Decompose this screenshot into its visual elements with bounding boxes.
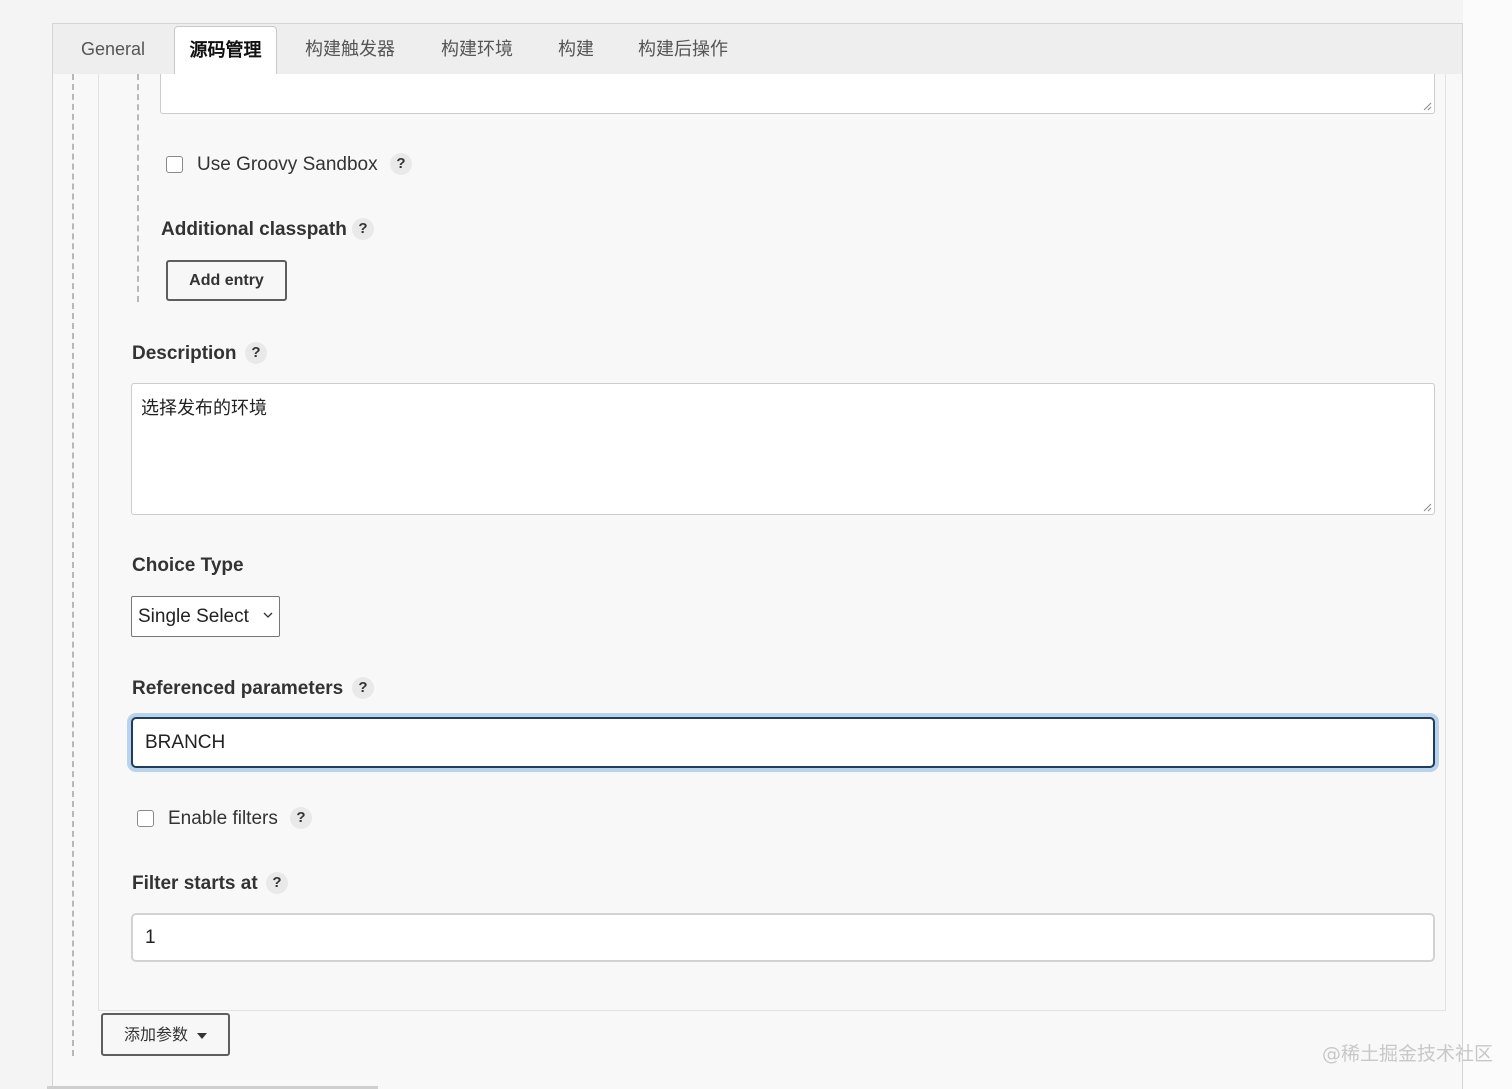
- chevron-down-icon: [263, 612, 273, 618]
- script-textarea[interactable]: [160, 74, 1435, 114]
- description-label: Description: [132, 343, 237, 364]
- tab-post-build-actions[interactable]: 构建后操作: [638, 24, 728, 74]
- parameter-block: [98, 74, 1446, 1011]
- description-help-icon[interactable]: ?: [245, 342, 267, 364]
- watermark: @稀土掘金技术社区: [1322, 1043, 1494, 1065]
- section-dashed-border: [72, 74, 74, 1056]
- description-value: 选择发布的环境: [141, 398, 267, 419]
- referenced-parameters-input[interactable]: BRANCH: [131, 717, 1435, 768]
- classpath-label: Additional classpath: [161, 219, 347, 240]
- filter-starts-at-input[interactable]: 1: [131, 913, 1435, 962]
- script-dashed-border: [137, 74, 139, 302]
- choice-type-select[interactable]: Single Select: [131, 596, 280, 637]
- tab-bar: General 源码管理 构建触发器 构建环境 构建 构建后操作: [53, 24, 1462, 74]
- choice-type-selected: Single Select: [138, 606, 249, 627]
- filter-starts-at-label: Filter starts at: [132, 873, 258, 894]
- sandbox-help-icon[interactable]: ?: [390, 153, 412, 175]
- filter-starts-at-value: 1: [145, 927, 156, 948]
- tab-build[interactable]: 构建: [558, 24, 594, 74]
- choice-type-label: Choice Type: [132, 555, 244, 576]
- description-textarea[interactable]: 选择发布的环境: [131, 383, 1435, 515]
- groovy-sandbox-checkbox[interactable]: [166, 156, 183, 173]
- enable-filters-checkbox[interactable]: [137, 810, 154, 827]
- page-margin: [1463, 0, 1512, 1089]
- tab-general[interactable]: General: [81, 24, 145, 74]
- classpath-help-icon[interactable]: ?: [352, 218, 374, 240]
- filter-starts-at-help-icon[interactable]: ?: [266, 872, 288, 894]
- resize-handle-icon[interactable]: [1423, 503, 1432, 512]
- tab-build-triggers[interactable]: 构建触发器: [305, 24, 395, 74]
- referenced-parameters-label: Referenced parameters: [132, 678, 344, 699]
- add-parameter-button[interactable]: 添加参数: [101, 1013, 230, 1056]
- tab-source-management[interactable]: 源码管理: [174, 26, 277, 74]
- enable-filters-help-icon[interactable]: ?: [290, 807, 312, 829]
- referenced-parameters-help-icon[interactable]: ?: [352, 677, 374, 699]
- add-parameter-label: 添加参数: [123, 1025, 188, 1044]
- caret-down-icon: [197, 1032, 208, 1039]
- referenced-parameters-value: BRANCH: [145, 732, 226, 753]
- tab-build-environment[interactable]: 构建环境: [441, 24, 513, 74]
- resize-handle-icon[interactable]: [1423, 102, 1432, 111]
- enable-filters-label[interactable]: Enable filters: [168, 808, 278, 830]
- add-entry-button[interactable]: Add entry: [166, 260, 287, 301]
- groovy-sandbox-label[interactable]: Use Groovy Sandbox: [197, 154, 378, 176]
